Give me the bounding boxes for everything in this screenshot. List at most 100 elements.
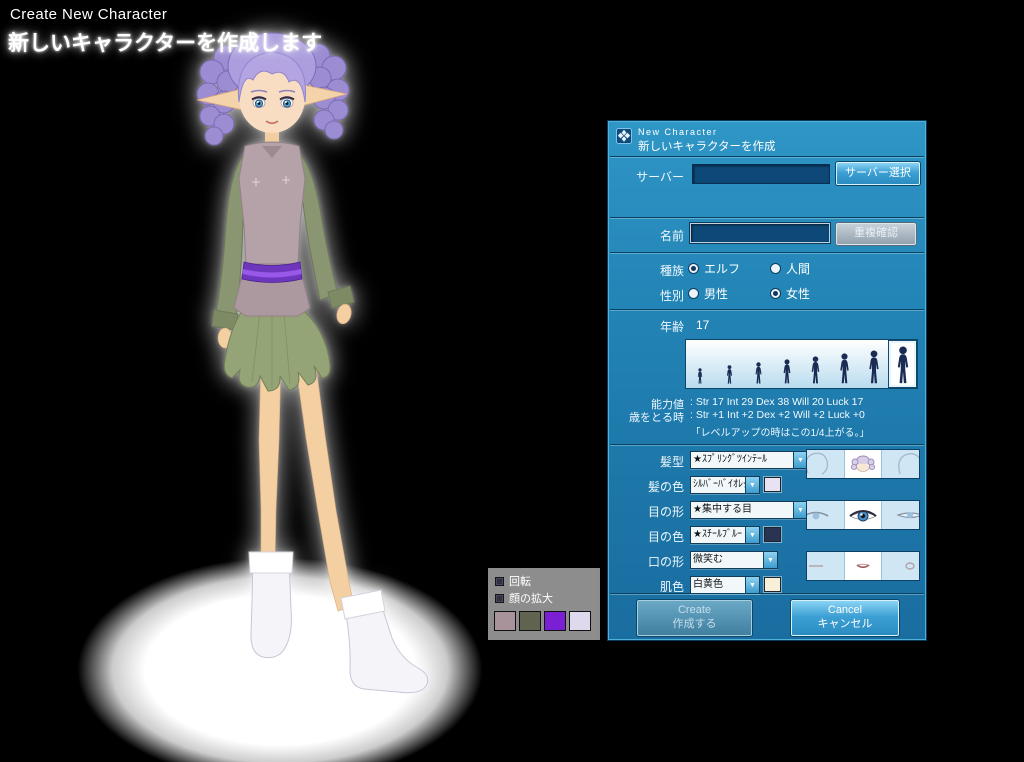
hair-color-label: 髪の色	[610, 478, 684, 495]
hair-color-swatch	[764, 477, 781, 492]
chevron-down-icon[interactable]: ▼	[793, 452, 807, 468]
race-label: 種族	[610, 262, 684, 279]
eye-preview-prev[interactable]	[807, 501, 845, 529]
eye-shape-select[interactable]: ★集中する目 ▼	[690, 501, 808, 519]
race-option-label: 人間	[786, 260, 810, 277]
rotate-checkbox-row: 回転	[495, 573, 531, 589]
character-skirt	[224, 308, 330, 391]
name-input[interactable]	[690, 223, 830, 243]
hair-style-label: 髪型	[610, 453, 684, 470]
chevron-down-icon[interactable]: ▼	[745, 577, 759, 593]
page-subtitle: 新しいキャラクターを作成します	[8, 27, 322, 57]
hair-preview-prev[interactable]	[807, 450, 845, 478]
cancel-button-label-jp: キャンセル	[818, 618, 873, 632]
eye-color-swatch	[764, 527, 781, 542]
hair-preview-current[interactable]	[845, 450, 883, 478]
scene-background: Create New Character 新しいキャラクターを作成します 回転 …	[0, 0, 1024, 762]
age-figure[interactable]	[859, 340, 888, 388]
age-figure[interactable]	[686, 340, 715, 388]
dialog-title-jp: 新しいキャラクターを作成	[638, 138, 776, 154]
palette-swatch[interactable]	[544, 611, 566, 631]
server-select-button[interactable]: サーバー選択	[836, 162, 920, 185]
server-label: サーバー	[610, 168, 684, 185]
create-button[interactable]: Create 作成する	[637, 600, 752, 636]
stats-aging: : Str +1 Int +2 Dex +2 Will +2 Luck +0	[690, 409, 865, 421]
face-zoom-label: 顔の拡大	[509, 590, 553, 606]
chevron-down-icon[interactable]: ▼	[745, 477, 759, 493]
rotate-label: 回転	[509, 573, 531, 589]
page-title: Create New Character	[10, 6, 167, 23]
skin-color-swatch	[764, 577, 781, 592]
mouth-shape-select[interactable]: 微笑む ▼	[690, 551, 778, 569]
new-character-dialog: New Character 新しいキャラクターを作成 サーバー サーバー選択 名…	[608, 121, 926, 640]
dialog-icon	[616, 128, 632, 144]
race-radio-human[interactable]: 人間	[770, 261, 810, 275]
eye-color-value: ★ｽﾁｰﾙﾌﾞﾙｰ	[691, 527, 745, 543]
chevron-down-icon[interactable]: ▼	[793, 502, 807, 518]
eye-color-label: 目の色	[610, 528, 684, 545]
mouth-shape-value: 微笑む	[691, 552, 763, 568]
create-button-label-en: Create	[678, 604, 711, 618]
character-vest	[234, 142, 310, 316]
skin-color-select[interactable]: 白黄色 ▼	[690, 576, 760, 594]
duplicate-check-button[interactable]: 重複確認	[836, 223, 916, 245]
race-radio-elf[interactable]: エルフ	[688, 261, 740, 275]
age-figure[interactable]	[802, 340, 831, 388]
eye-preview-next[interactable]	[882, 501, 919, 529]
gender-option-label: 男性	[704, 285, 728, 302]
appearance-section: 髪型 ★ｽﾌﾟﾘﾝｸﾞﾂｲﾝﾃｰﾙ ▼ 髪の色 ｼﾙﾊﾞｰﾊﾞｲｵﾚｯﾄ ▼ 目…	[610, 444, 924, 593]
stats-current: : Str 17 Int 29 Dex 38 Will 20 Luck 17	[690, 396, 863, 408]
age-label: 年齢	[610, 318, 684, 335]
aging-label: 歳をとる時	[610, 409, 684, 425]
age-figure[interactable]	[715, 340, 744, 388]
chevron-down-icon[interactable]: ▼	[763, 552, 777, 568]
cancel-button-label-en: Cancel	[828, 604, 862, 618]
mouth-preview-next[interactable]	[882, 552, 919, 580]
race-gender-section: 種族 エルフ 人間 性別 男性 女性	[610, 252, 924, 309]
gender-radio-male[interactable]: 男性	[688, 286, 728, 300]
race-option-label: エルフ	[704, 260, 740, 277]
gender-radio-female[interactable]: 女性	[770, 286, 810, 300]
face-zoom-checkbox[interactable]	[495, 594, 504, 603]
hair-color-value: ｼﾙﾊﾞｰﾊﾞｲｵﾚｯﾄ	[691, 477, 745, 493]
cancel-button[interactable]: Cancel キャンセル	[791, 600, 899, 636]
age-figure[interactable]	[773, 340, 802, 388]
duplicate-check-button-label: 重複確認	[854, 227, 898, 241]
create-button-label-jp: 作成する	[673, 618, 717, 632]
server-input[interactable]	[692, 164, 830, 184]
eye-shape-preview	[806, 500, 920, 530]
hair-color-select[interactable]: ｼﾙﾊﾞｰﾊﾞｲｵﾚｯﾄ ▼	[690, 476, 760, 494]
eye-preview-current[interactable]	[845, 501, 883, 529]
eye-shape-label: 目の形	[610, 503, 684, 520]
age-figure-selector	[685, 339, 918, 389]
eye-color-select[interactable]: ★ｽﾁｰﾙﾌﾞﾙｰ ▼	[690, 526, 760, 544]
dialog-header: New Character 新しいキャラクターを作成	[610, 123, 924, 156]
age-figure[interactable]	[830, 340, 859, 388]
character-model	[148, 10, 460, 710]
levelup-note: 「レベルアップの時はこの1/4上がる。」	[640, 424, 920, 439]
dialog-buttons-section: Create 作成する Cancel キャンセル	[610, 593, 924, 641]
mouth-shape-label: 口の形	[610, 553, 684, 570]
palette-swatch[interactable]	[494, 611, 516, 631]
radio-dot-icon	[688, 263, 699, 274]
age-figure[interactable]	[744, 340, 773, 388]
face-zoom-checkbox-row: 顔の拡大	[495, 590, 553, 606]
hair-preview-next[interactable]	[882, 450, 919, 478]
gender-label: 性別	[610, 287, 684, 304]
server-select-button-label: サーバー選択	[845, 167, 911, 181]
mouth-preview-prev[interactable]	[807, 552, 845, 580]
mouth-preview-current[interactable]	[845, 552, 883, 580]
radio-dot-icon	[770, 288, 781, 299]
palette-swatch[interactable]	[569, 611, 591, 631]
view-controls-panel: 回転 顔の拡大	[488, 568, 600, 640]
palette-swatch[interactable]	[519, 611, 541, 631]
rotate-checkbox[interactable]	[495, 577, 504, 586]
age-figure-selected[interactable]	[888, 340, 917, 388]
hair-style-select[interactable]: ★ｽﾌﾟﾘﾝｸﾞﾂｲﾝﾃｰﾙ ▼	[690, 451, 808, 469]
age-value: 17	[696, 318, 709, 332]
mouth-shape-preview	[806, 551, 920, 581]
name-section: 名前 重複確認	[610, 217, 924, 252]
chevron-down-icon[interactable]: ▼	[745, 527, 759, 543]
hair-style-preview	[806, 449, 920, 479]
server-section: サーバー サーバー選択	[610, 156, 924, 217]
